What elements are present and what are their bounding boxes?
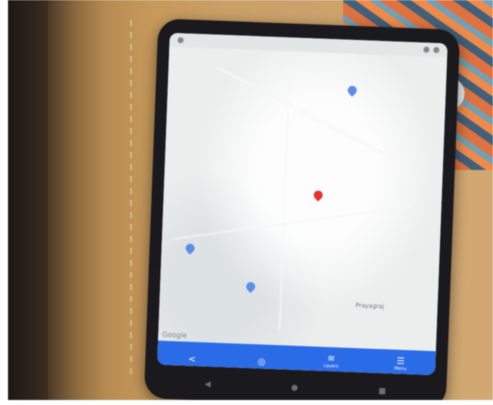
phone-screen: Prayagraj Google < ◎ ≋ Layers ☰ Menu xyxy=(157,32,448,376)
back-nav-icon[interactable]: ◀ xyxy=(204,379,210,388)
status-icon xyxy=(177,37,184,44)
case-stitching xyxy=(130,20,132,380)
map-marker-icon[interactable] xyxy=(183,241,197,255)
share-icon: < xyxy=(188,354,197,366)
map-marker-icon[interactable] xyxy=(244,280,258,293)
map-place-label: Prayagraj xyxy=(355,302,385,311)
menu-icon: ☰ xyxy=(396,356,405,368)
directions-button[interactable]: ◎ xyxy=(241,345,282,370)
layers-icon: ≋ xyxy=(327,354,336,365)
recents-nav-icon[interactable]: ■ xyxy=(378,386,386,395)
layers-button[interactable]: ≋ Layers xyxy=(311,347,352,372)
phone-case-edge xyxy=(8,0,48,400)
share-button[interactable]: < xyxy=(172,342,213,367)
menu-button[interactable]: ☰ Menu xyxy=(380,350,421,375)
android-nav-bar: ◀ ● ■ xyxy=(164,375,426,399)
map-marker-icon[interactable] xyxy=(345,83,359,97)
map-view[interactable]: Prayagraj Google xyxy=(157,46,448,368)
map-road xyxy=(173,205,412,240)
current-location-pin-icon[interactable] xyxy=(311,188,325,202)
photo-background: Prayagraj Google < ◎ ≋ Layers ☰ Menu ◀ ●… xyxy=(8,0,493,400)
google-logo: Google xyxy=(162,330,188,340)
home-nav-icon[interactable]: ● xyxy=(291,382,298,391)
map-road xyxy=(217,66,397,161)
signal-icon xyxy=(423,46,430,53)
map-road xyxy=(278,71,291,332)
phone-device: Prayagraj Google < ◎ ≋ Layers ☰ Menu ◀ ●… xyxy=(143,18,461,400)
battery-icon xyxy=(433,46,440,54)
directions-icon: ◎ xyxy=(257,357,266,368)
